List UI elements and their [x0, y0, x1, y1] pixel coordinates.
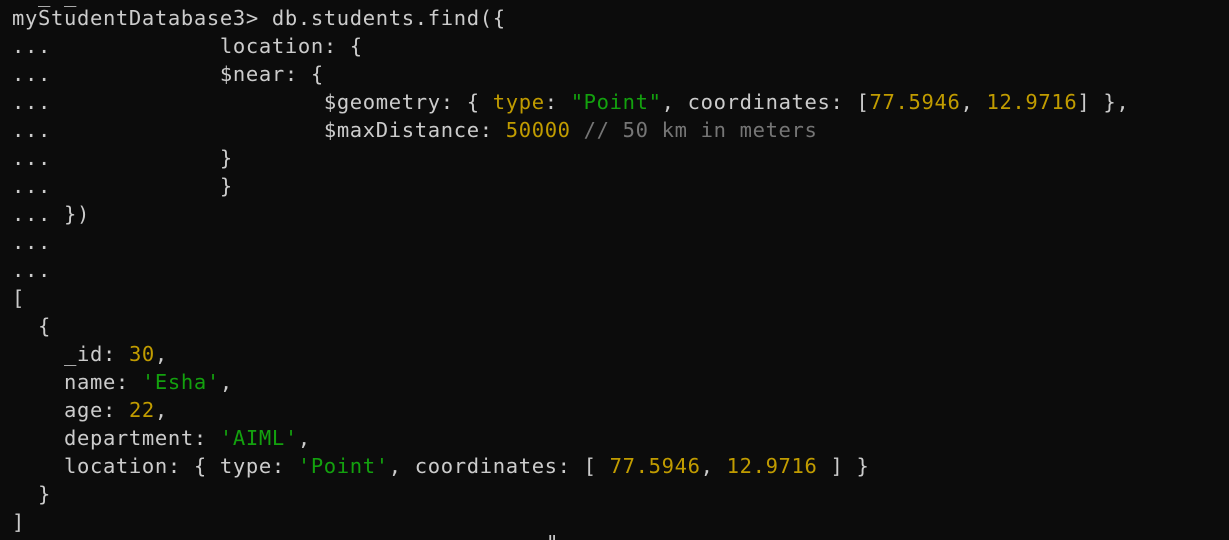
query-comment: // 50 km in meters: [570, 118, 818, 142]
result-name-key: name:: [12, 370, 142, 394]
result-age-key: age:: [12, 398, 129, 422]
command-line: myStudentDatabase3> db.students.find({: [12, 4, 506, 32]
result-name-value: 'Esha': [141, 370, 220, 394]
continuation-line: ...: [12, 228, 51, 256]
continuation-line: ... }: [12, 144, 233, 172]
query-type-key: type: [492, 90, 545, 114]
continuation-line: ... $maxDistance: 50000 // 50 km in mete…: [12, 116, 818, 144]
continuation-line: ...: [12, 256, 51, 284]
result-department-value: 'AIML': [219, 426, 298, 450]
result-id-value: 30: [128, 342, 155, 366]
result-location-type: 'Point': [297, 454, 389, 478]
continuation-marker: ...: [12, 202, 51, 226]
command-text: db.students.find({: [271, 6, 506, 30]
result-location-key: location: { type:: [12, 454, 298, 478]
partial-next-line: ": [520, 529, 559, 540]
continuation-marker: ...: [12, 258, 51, 282]
result-latitude: 12.9716: [726, 454, 818, 478]
result-location-line: location: { type: 'Point', coordinates: …: [12, 454, 870, 478]
query-maxdistance-value: 50000: [505, 118, 571, 142]
result-age-line: age: 22,: [12, 398, 168, 422]
continuation-line: ... $near: {: [12, 60, 324, 88]
query-location-key: location: {: [219, 34, 363, 58]
result-close-bracket: ]: [12, 510, 25, 534]
continuation-line: ... }: [12, 172, 233, 200]
result-age-value: 22: [128, 398, 155, 422]
continuation-line: ... $geometry: { type: "Point", coordina…: [12, 90, 1130, 114]
continuation-marker: ...: [12, 34, 51, 58]
query-close-brace: }: [219, 174, 233, 198]
continuation-line: ... }): [12, 200, 90, 228]
continuation-marker: ...: [12, 230, 51, 254]
result-coordinates-key: , coordinates: [: [388, 454, 610, 478]
query-geometry-end: ] },: [1077, 90, 1130, 114]
continuation-marker: ...: [12, 62, 51, 86]
result-coordinates-end: ] }: [817, 454, 870, 478]
result-name-line: name: 'Esha',: [12, 370, 233, 394]
result-department-line: department: 'AIML',: [12, 426, 311, 450]
result-longitude: 77.5946: [609, 454, 701, 478]
query-near-key: $near: {: [219, 62, 324, 86]
continuation-line: ... location: {: [12, 32, 363, 60]
query-geometry-key: $geometry: {: [323, 90, 493, 114]
continuation-marker: ...: [12, 174, 51, 198]
result-department-key: department:: [12, 426, 220, 450]
continuation-marker: ...: [12, 118, 51, 142]
query-coordinates-key: , coordinates: [: [661, 90, 870, 114]
query-close-brace: }: [219, 146, 233, 170]
result-id-line: _id: 30,: [12, 342, 168, 366]
result-id-key: _id:: [12, 342, 129, 366]
shell-prompt: myStudentDatabase3>: [12, 6, 272, 30]
query-close-call: }): [50, 202, 90, 226]
query-latitude: 12.9716: [986, 90, 1078, 114]
terminal-window[interactable]: _ _ myStudentDatabase3> db.students.find…: [0, 0, 1229, 540]
result-close-brace: }: [12, 482, 51, 506]
result-open-brace: {: [12, 314, 51, 338]
result-open-bracket: [: [12, 286, 25, 310]
continuation-marker: ...: [12, 90, 51, 114]
query-point-string: "Point": [570, 90, 662, 114]
continuation-marker: ...: [12, 146, 51, 170]
query-longitude: 77.5946: [869, 90, 961, 114]
query-maxdistance-key: $maxDistance:: [323, 118, 506, 142]
